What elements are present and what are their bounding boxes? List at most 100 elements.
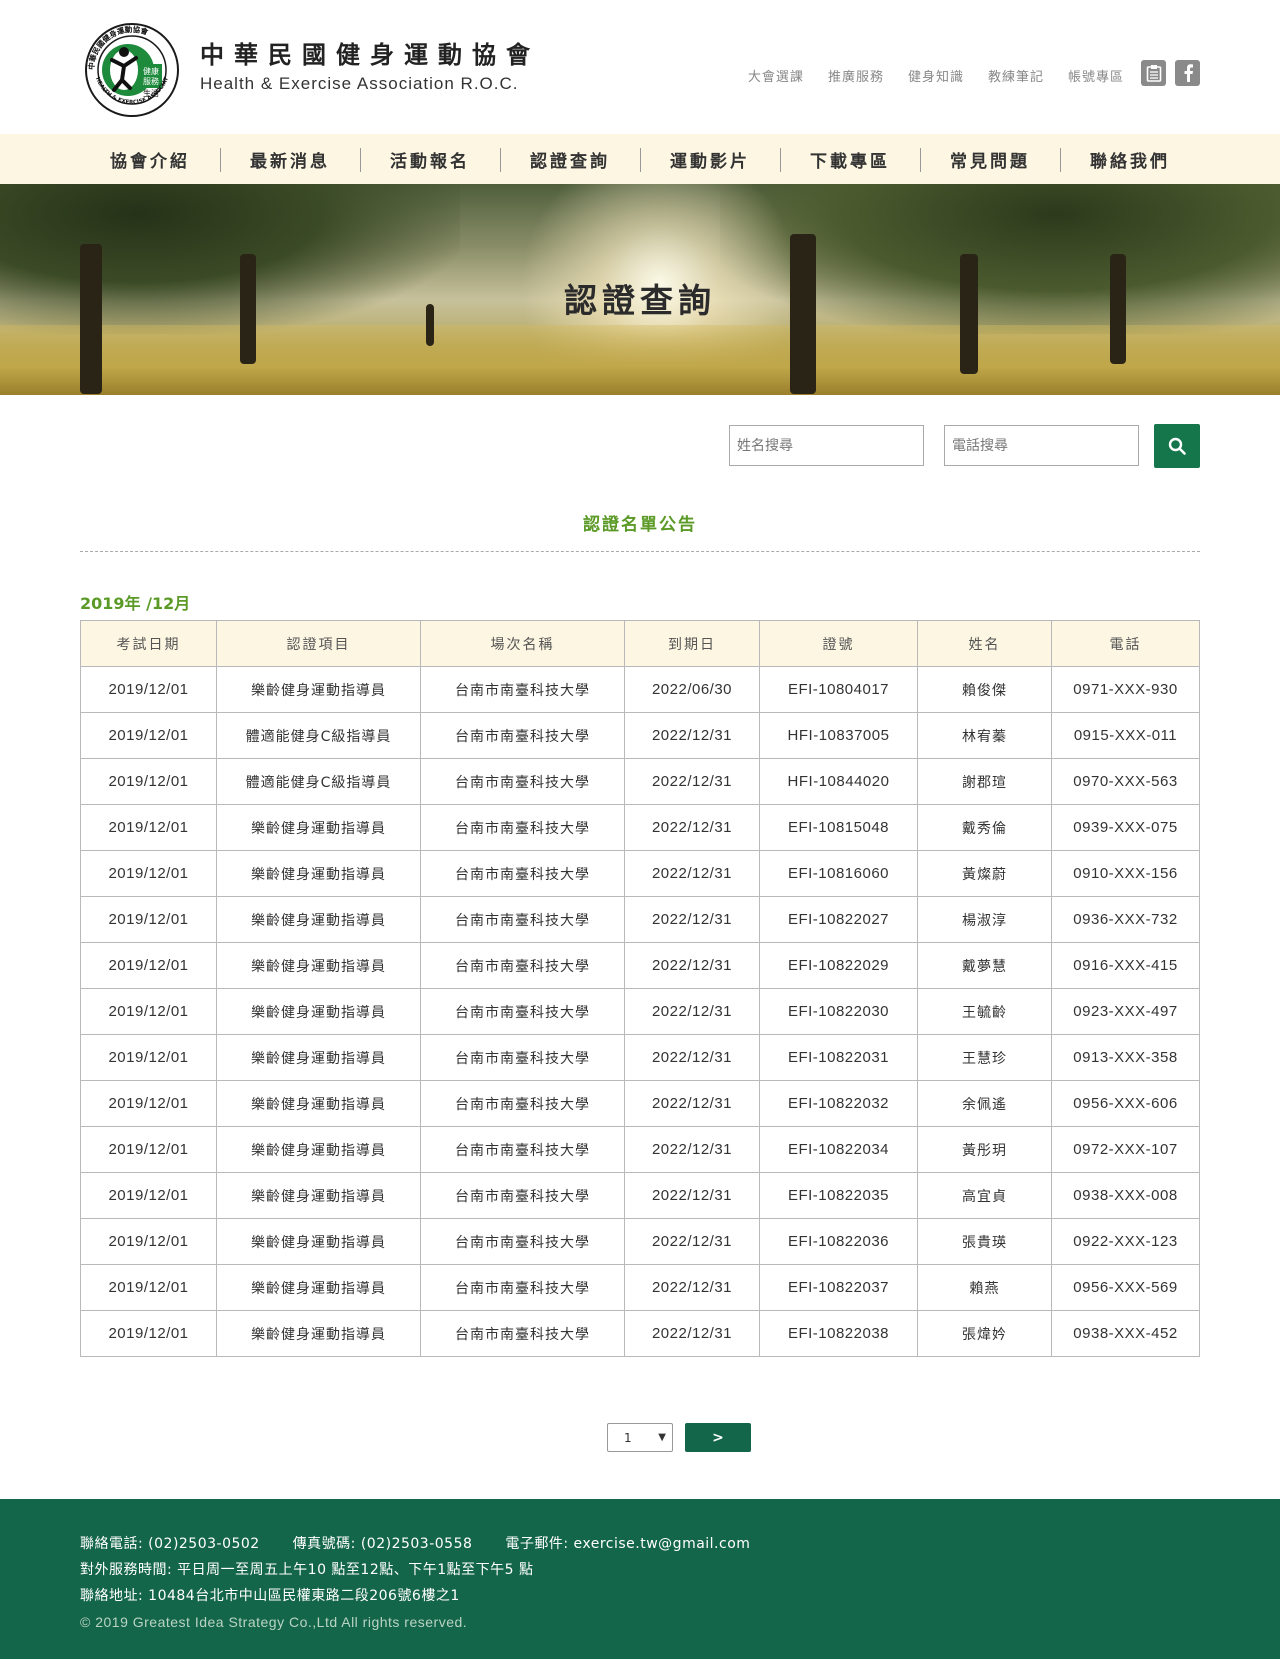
cell-session: 台南市南臺科技大學: [420, 850, 625, 897]
cell-cert-no: EFI-10822029: [759, 942, 918, 989]
cell-cert-item: 樂齡健身運動指導員: [216, 1126, 421, 1173]
cell-exam-date: 2019/12/01: [80, 1264, 217, 1311]
cell-phone: 0916-XXX-415: [1051, 942, 1200, 989]
cell-session: 台南市南臺科技大學: [420, 758, 625, 805]
association-logo[interactable]: 健康 服務 生活 中華民國健身運動協會 HEALTH & EXERCISE AS…: [80, 18, 184, 118]
cell-phone: 0936-XXX-732: [1051, 896, 1200, 943]
search-button[interactable]: [1154, 424, 1200, 468]
nav-item-about[interactable]: 協會介紹: [80, 134, 220, 184]
cell-phone: 0956-XXX-606: [1051, 1080, 1200, 1127]
cell-expiry: 2022/12/31: [624, 1126, 760, 1173]
cell-phone: 0938-XXX-452: [1051, 1310, 1200, 1357]
nav-item-videos[interactable]: 運動影片: [640, 134, 780, 184]
cell-cert-no: EFI-10822036: [759, 1218, 918, 1265]
next-page-button[interactable]: >: [685, 1423, 751, 1452]
nav-item-certification[interactable]: 認證查詢: [500, 134, 640, 184]
cell-phone: 0939-XXX-075: [1051, 804, 1200, 851]
cell-cert-no: EFI-10822030: [759, 988, 918, 1035]
cell-cert-item: 樂齡健身運動指導員: [216, 1080, 421, 1127]
cell-cert-item: 樂齡健身運動指導員: [216, 1034, 421, 1081]
cell-name: 張煒妗: [917, 1310, 1052, 1357]
phone-search-input[interactable]: [944, 425, 1139, 466]
cell-session: 台南市南臺科技大學: [420, 1264, 625, 1311]
cell-exam-date: 2019/12/01: [80, 712, 217, 759]
cell-session: 台南市南臺科技大學: [420, 896, 625, 943]
cell-phone: 0938-XXX-008: [1051, 1172, 1200, 1219]
cell-cert-no: HFI-10844020: [759, 758, 918, 805]
nav-item-events[interactable]: 活動報名: [360, 134, 500, 184]
table-row: 2019/12/01 樂齡健身運動指導員 台南市南臺科技大學 2022/12/31 EF…: [80, 1034, 1200, 1081]
social-links: [1141, 60, 1200, 86]
main-nav: 協會介紹 最新消息 活動報名 認證查詢 運動影片 下載專區 常見問題 聯絡我們: [0, 134, 1280, 184]
cell-phone: 0972-XXX-107: [1051, 1126, 1200, 1173]
facebook-icon[interactable]: [1175, 60, 1200, 86]
cell-session: 台南市南臺科技大學: [420, 712, 625, 759]
cell-cert-item: 樂齡健身運動指導員: [216, 804, 421, 851]
hero-banner: 認證查詢: [0, 184, 1280, 395]
footer-fax: 傳真號碼: (02)2503-0558: [292, 1536, 473, 1552]
top-link-knowledge[interactable]: 健身知識: [908, 66, 964, 85]
site-header: 健康 服務 生活 中華民國健身運動協會 HEALTH & EXERCISE AS…: [0, 0, 1280, 134]
footer-phone: 聯絡電話: (02)2503-0502: [80, 1536, 260, 1552]
top-link-coach-notes[interactable]: 教練筆記: [988, 66, 1044, 85]
cell-expiry: 2022/12/31: [624, 942, 760, 989]
col-exam-date: 考試日期: [80, 620, 217, 667]
cell-exam-date: 2019/12/01: [80, 666, 217, 713]
cell-name: 謝郡瑄: [917, 758, 1052, 805]
table-row: 2019/12/01 樂齡健身運動指導員 台南市南臺科技大學 2022/12/31 EF…: [80, 1126, 1200, 1173]
certification-table: 考試日期 認證項目 場次名稱 到期日 證號 姓名 電話 2019/12/01 樂齡…: [80, 620, 1200, 1357]
pagination: 1 ▼ >: [607, 1423, 751, 1452]
cell-exam-date: 2019/12/01: [80, 804, 217, 851]
cell-expiry: 2022/06/30: [624, 666, 760, 713]
cell-name: 張貴瑛: [917, 1218, 1052, 1265]
cell-phone: 0923-XXX-497: [1051, 988, 1200, 1035]
footer-copyright: © 2019 Greatest Idea Strategy Co.,Ltd Al…: [80, 1614, 468, 1630]
nav-item-news[interactable]: 最新消息: [220, 134, 360, 184]
cell-exam-date: 2019/12/01: [80, 850, 217, 897]
table-row: 2019/12/01 樂齡健身運動指導員 台南市南臺科技大學 2022/12/31 EF…: [80, 896, 1200, 943]
cell-exam-date: 2019/12/01: [80, 942, 217, 989]
clipboard-icon[interactable]: [1141, 60, 1166, 86]
nav-item-contact[interactable]: 聯絡我們: [1060, 134, 1200, 184]
svg-text:服務: 服務: [143, 76, 159, 86]
name-search-input[interactable]: [729, 425, 924, 466]
nav-item-downloads[interactable]: 下載專區: [780, 134, 920, 184]
top-link-course[interactable]: 大會選課: [748, 66, 804, 85]
section-title: 認證名單公告: [583, 515, 697, 535]
page-title: 認證查詢: [564, 281, 716, 320]
cell-cert-no: HFI-10837005: [759, 712, 918, 759]
cell-cert-item: 樂齡健身運動指導員: [216, 1218, 421, 1265]
footer-hours: 對外服務時間: 平日周一至周五上午10 點至12點、下午1點至下午5 點: [80, 1562, 534, 1578]
banner-ground: [0, 325, 1280, 395]
table-body: 2019/12/01 樂齡健身運動指導員 台南市南臺科技大學 2022/06/30 EF…: [80, 666, 1200, 1357]
cell-session: 台南市南臺科技大學: [420, 804, 625, 851]
brand-name-en: Health & Exercise Association R.O.C.: [200, 74, 519, 93]
cell-name: 黃燦蔚: [917, 850, 1052, 897]
top-link-account[interactable]: 帳號專區: [1068, 66, 1124, 85]
footer-email[interactable]: 電子郵件: exercise.tw@gmail.com: [505, 1536, 750, 1552]
brand-text: 中華民國健身運動協會 Health & Exercise Association…: [200, 40, 540, 94]
cell-exam-date: 2019/12/01: [80, 1034, 217, 1081]
cell-name: 高宜貞: [917, 1172, 1052, 1219]
cell-name: 王慧珍: [917, 1034, 1052, 1081]
cell-name: 賴俊傑: [917, 666, 1052, 713]
cell-name: 楊淑淳: [917, 896, 1052, 943]
cell-expiry: 2022/12/31: [624, 1034, 760, 1081]
page-select[interactable]: 1 ▼: [607, 1423, 673, 1452]
cell-cert-no: EFI-10816060: [759, 850, 918, 897]
cell-session: 台南市南臺科技大學: [420, 988, 625, 1035]
cell-cert-no: EFI-10822027: [759, 896, 918, 943]
cell-cert-item: 樂齡健身運動指導員: [216, 1264, 421, 1311]
cell-expiry: 2022/12/31: [624, 1264, 760, 1311]
cell-cert-no: EFI-10822032: [759, 1080, 918, 1127]
cell-cert-item: 樂齡健身運動指導員: [216, 1310, 421, 1357]
top-link-promotion[interactable]: 推廣服務: [828, 66, 884, 85]
col-cert-item: 認證項目: [216, 620, 421, 667]
table-row: 2019/12/01 體適能健身C級指導員 台南市南臺科技大學 2022/12/31 H…: [80, 758, 1200, 805]
cell-name: 戴夢慧: [917, 942, 1052, 989]
cell-expiry: 2022/12/31: [624, 896, 760, 943]
cell-phone: 0970-XXX-563: [1051, 758, 1200, 805]
nav-item-faq[interactable]: 常見問題: [920, 134, 1060, 184]
cell-cert-item: 樂齡健身運動指導員: [216, 942, 421, 989]
cell-expiry: 2022/12/31: [624, 850, 760, 897]
